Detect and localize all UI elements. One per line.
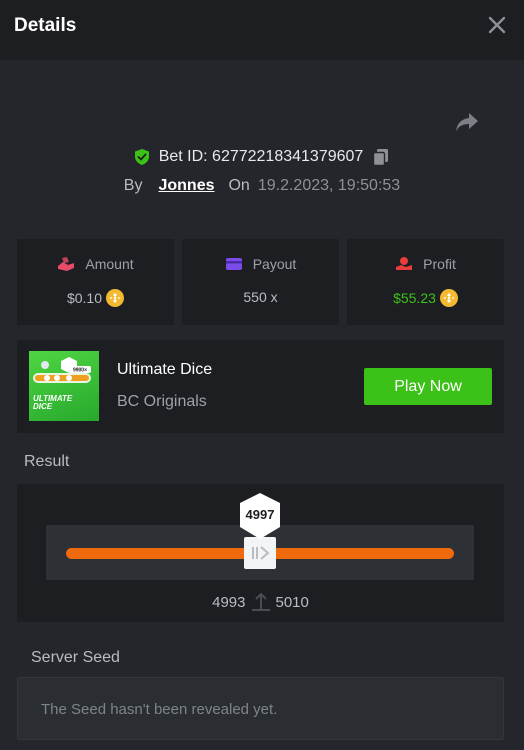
stat-profit-label-row: Profit: [347, 256, 504, 272]
thumb-multiplier: 9900×: [73, 368, 87, 374]
copy-icon[interactable]: [371, 147, 391, 167]
stat-amount-value: $0.10: [66, 290, 103, 306]
stat-amount-label-row: Amount: [17, 256, 174, 272]
play-now-button[interactable]: Play Now: [364, 368, 492, 405]
stat-profit: Profit $55.23: [347, 239, 504, 325]
range-low: 4993: [212, 593, 246, 611]
modal-header: Details: [0, 0, 524, 60]
bnb-coin-icon: [439, 289, 458, 307]
on-label: On: [228, 177, 250, 194]
server-seed-label: Server Seed: [31, 649, 120, 666]
username-link[interactable]: Jonnes: [158, 177, 214, 195]
amount-icon: [58, 257, 75, 271]
result-range: 4993 5010: [17, 592, 504, 612]
bet-id-row: Bet ID: 62772218341379607: [0, 144, 524, 170]
thumb-title: ULTIMATE DICE: [33, 395, 72, 411]
game-provider: BC Originals: [117, 393, 207, 410]
server-seed-message: The Seed hasn't been revealed yet.: [41, 701, 278, 718]
arrow-up-icon: [251, 592, 270, 611]
game-card: 9900× ULTIMATE DICE Ultimate Dice BC Ori…: [17, 340, 504, 433]
slider-grip-icon: [252, 546, 269, 560]
stat-payout-label-row: Payout: [182, 256, 339, 272]
stat-profit-value: $55.23: [393, 290, 436, 306]
bnb-coin-icon: [106, 289, 125, 307]
stat-profit-value-row: $55.23: [347, 289, 504, 307]
profit-icon: [396, 257, 413, 270]
stat-amount: Amount $0.10: [17, 239, 174, 325]
stat-payout-value: 550 x: [243, 289, 278, 305]
stat-amount-label: Amount: [85, 256, 134, 272]
range-high: 5010: [275, 593, 309, 611]
bet-date: 19.2.2023, 19:50:53: [257, 177, 401, 194]
bet-byline: By Jonnes On 19.2.2023, 19:50:53: [0, 174, 524, 198]
stat-payout-label: Payout: [252, 256, 297, 272]
close-icon[interactable]: [486, 14, 508, 36]
game-thumbnail[interactable]: 9900× ULTIMATE DICE: [29, 351, 99, 421]
result-marker: 4997: [238, 492, 282, 540]
slider-handle[interactable]: [244, 537, 276, 569]
modal-title: Details: [14, 15, 77, 36]
result-panel: 4997 4993 5010: [17, 484, 504, 622]
result-value: 4997: [245, 507, 275, 522]
stat-payout: Payout 550 x: [182, 239, 339, 325]
game-name[interactable]: Ultimate Dice: [117, 361, 212, 379]
stat-profit-label: Profit: [423, 256, 456, 272]
server-seed-box: The Seed hasn't been revealed yet.: [17, 677, 504, 740]
stat-amount-value-row: $0.10: [17, 289, 174, 307]
by-label: By: [123, 177, 143, 194]
share-icon[interactable]: [454, 110, 480, 134]
stat-payout-value-row: 550 x: [182, 289, 339, 305]
thumb-title-line2: DICE: [33, 402, 53, 411]
verified-shield-icon: [134, 149, 149, 165]
payout-icon: [225, 258, 242, 270]
dice-slider-illustration: 9900×: [33, 357, 91, 383]
bet-id: Bet ID: 62772218341379607: [158, 148, 364, 165]
result-label: Result: [24, 453, 70, 470]
